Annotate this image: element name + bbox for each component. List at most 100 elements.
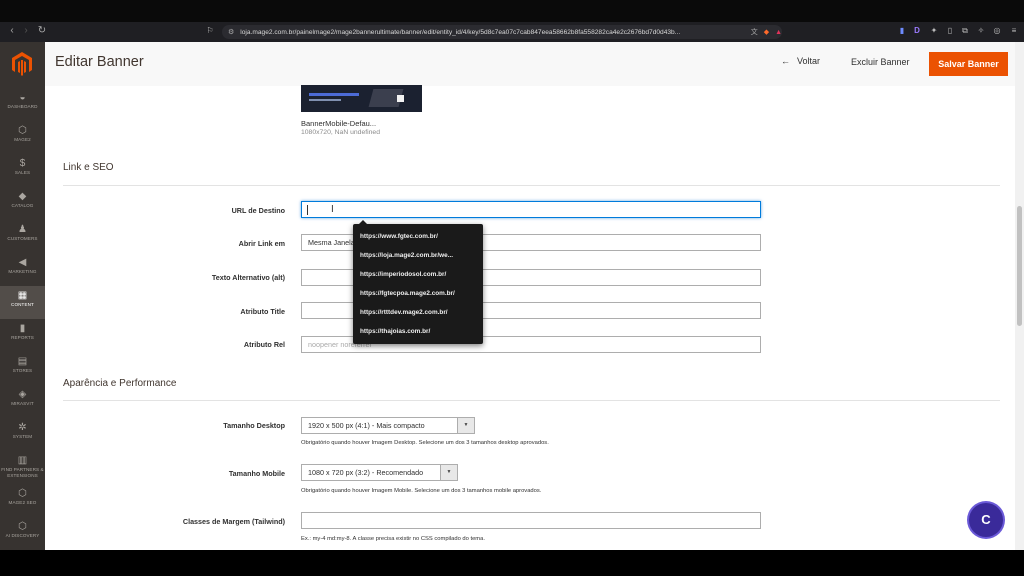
sidebar-item-label: MIRASVIT: [11, 401, 34, 406]
sidebar-item-label: AI DISCOVERY: [5, 533, 40, 538]
sidebar-item-system[interactable]: ✲ SYSTEM: [0, 418, 45, 451]
banner-mobile-thumbnail[interactable]: [301, 85, 422, 112]
main-content: Editar Banner ← Voltar Excluir Banner Sa…: [45, 42, 1015, 550]
sidebar-item-find-partners-extensions[interactable]: ▥ FIND PARTNERS & EXTENSIONS: [0, 451, 45, 484]
url-autocomplete-dropdown: https://www.fgtec.com.br/https://loja.ma…: [353, 220, 483, 344]
open-link-value: Mesma Janela: [308, 238, 355, 247]
admin-sidebar: ◒ DASHBOARD ⬡ MAGE2 $ SALES ◆ CATALOG ♟ CUSTOMERS…: [0, 42, 45, 550]
chevron-down-icon: ▼: [440, 465, 457, 480]
mobile-size-select[interactable]: 1080 x 720 px (3:2) - Recomendado ▼: [301, 464, 458, 481]
margin-classes-label: Classes de Margem (Tailwind): [182, 517, 285, 526]
hexagon-icon: ⬡: [18, 125, 27, 136]
title-attribute-label: Atributo Title: [240, 307, 285, 316]
desktop-size-select[interactable]: 1920 x 500 px (4:1) - Mais compacto ▼: [301, 417, 475, 434]
gear-icon: ✲: [18, 422, 27, 433]
sidebar-item-mage2[interactable]: ⬡ MAGE2: [0, 121, 45, 154]
url-label: URL de Destino: [231, 206, 285, 215]
sidebar-item-content[interactable]: ▦ CONTENT: [0, 286, 45, 319]
page-header: Editar Banner ← Voltar Excluir Banner Sa…: [45, 42, 1015, 86]
d-extension-icon[interactable]: D: [911, 26, 923, 35]
mobile-size-value: 1080 x 720 px (3:2) - Recomendado: [308, 468, 424, 477]
scrollbar-thumb[interactable]: [1017, 206, 1022, 326]
sidebar-item-marketing[interactable]: ◀ MARKETING: [0, 253, 45, 286]
browser-toolbar: ‹ › ↻ ⚐ ⚙ loja.mage2.com.br/painelmage2/…: [0, 22, 1024, 42]
sidebar-item-ai-discovery[interactable]: ⬡ AI DISCOVERY: [0, 517, 45, 550]
sidebar-item-sales[interactable]: $ SALES: [0, 154, 45, 187]
magento-logo-icon[interactable]: [12, 52, 32, 76]
sidebar-item-catalog[interactable]: ◆ CATALOG: [0, 187, 45, 220]
sidebar-item-reports[interactable]: ▮ REPORTS: [0, 319, 45, 352]
person-icon: ♟: [18, 224, 27, 235]
autocomplete-option[interactable]: https://fgtecpoa.mage2.com.br/: [360, 290, 455, 297]
sidebar-item-mirasvit[interactable]: ◈ MIRASVIT: [0, 385, 45, 418]
chat-widget-button[interactable]: C: [969, 503, 1003, 537]
delete-banner-button[interactable]: Excluir Banner: [851, 57, 910, 67]
cube-icon: ◆: [18, 191, 27, 202]
sidebar-item-label: SYSTEM: [12, 434, 33, 439]
bar-chart-icon: ▮: [19, 323, 26, 334]
sidebar-item-label: STORES: [12, 368, 33, 373]
translate-icon[interactable]: 文: [751, 27, 758, 37]
mobile-size-label: Tamanho Mobile: [228, 469, 285, 478]
back-button[interactable]: ← Voltar: [781, 56, 820, 66]
extension-icon[interactable]: ▮: [896, 26, 908, 35]
autocomplete-option[interactable]: https://rtttdev.mage2.com.br/: [360, 309, 448, 316]
desktop-size-value: 1920 x 500 px (4:1) - Mais compacto: [308, 421, 425, 430]
reload-icon[interactable]: ↻: [34, 25, 50, 36]
bookmark-icon[interactable]: ⚐: [204, 26, 216, 35]
margin-classes-input[interactable]: [301, 512, 761, 529]
sidebar-item-mage2-seo[interactable]: ⬡ MAGE2 SEO: [0, 484, 45, 517]
page-scrollbar[interactable]: [1015, 42, 1024, 550]
dashboard-icon: ◒: [19, 92, 26, 103]
margin-classes-note: Ex.: my-4 md:my-8. A classe precisa exis…: [301, 536, 485, 542]
text-cursor-icon: I: [331, 204, 334, 215]
sidebar-item-label: CATALOG: [11, 203, 34, 208]
section-divider: [63, 400, 1000, 401]
menu-icon[interactable]: ≡: [1008, 26, 1020, 35]
dropdown-pointer: [359, 220, 367, 224]
image-meta: 1080x720, NaN undefined: [301, 129, 380, 136]
forward-arrow-icon[interactable]: ›: [18, 25, 34, 36]
destination-url-input[interactable]: [301, 201, 761, 218]
section-title-appearance: Aparência e Performance: [63, 378, 177, 389]
address-bar[interactable]: ⚙ loja.mage2.com.br/painelmage2/mage2ban…: [222, 25, 782, 39]
hexagon-icon: ⬡: [18, 488, 27, 499]
desktop-size-note: Obrigatório quando houver Imagem Desktop…: [301, 440, 549, 446]
desktop-size-label: Tamanho Desktop: [223, 421, 285, 430]
autocomplete-option[interactable]: https://thajoias.com.br/: [360, 328, 430, 335]
sidebar-item-label: MARKETING: [8, 269, 37, 274]
blocks-icon: ▥: [17, 455, 28, 466]
screenshot-icon[interactable]: ⧉: [959, 26, 971, 36]
chevron-down-icon: ▼: [457, 418, 474, 433]
autocomplete-option[interactable]: https://imperiodosol.com.br/: [360, 271, 446, 278]
autocomplete-option[interactable]: https://loja.mage2.com.br/we...: [360, 252, 453, 259]
sidebar-item-dashboard[interactable]: ◒ DASHBOARD: [0, 88, 45, 121]
puzzle-icon[interactable]: ✦: [928, 26, 940, 35]
save-banner-button[interactable]: Salvar Banner: [929, 52, 1008, 76]
sidebar-item-label: DASHBOARD: [7, 104, 38, 109]
autocomplete-option[interactable]: https://www.fgtec.com.br/: [360, 233, 438, 240]
sidebar-item-label: REPORTS: [11, 335, 34, 340]
brave-rewards-icon[interactable]: ▲: [775, 29, 782, 36]
sidebar-item-customers[interactable]: ♟ CUSTOMERS: [0, 220, 45, 253]
sidebar-toggle-icon[interactable]: ▯: [944, 26, 956, 35]
alt-text-label: Texto Alternativo (alt): [211, 273, 285, 282]
open-link-label: Abrir Link em: [238, 239, 285, 248]
sidebar-item-label: FIND PARTNERS & EXTENSIONS: [1, 467, 44, 478]
page-title: Editar Banner: [55, 54, 144, 70]
mirasvit-icon: ◈: [18, 389, 27, 400]
screen-bottom-bar: [0, 550, 1024, 576]
site-info-icon[interactable]: ⚙: [228, 28, 234, 36]
brave-shield-icon[interactable]: ◆: [764, 28, 769, 36]
sidebar-item-stores[interactable]: ▤ STORES: [0, 352, 45, 385]
sidebar-item-label: MAGE2: [14, 137, 31, 142]
sidebar-item-label: SALES: [14, 170, 31, 175]
text-caret: [307, 205, 308, 215]
hexagon-icon: ⬡: [18, 521, 27, 532]
section-divider: [63, 185, 1000, 186]
vpn-icon[interactable]: ◎: [991, 26, 1003, 35]
megaphone-icon: ◀: [18, 257, 27, 268]
leo-ai-icon[interactable]: ✧: [975, 26, 987, 35]
content-icon: ▦: [17, 290, 28, 301]
back-button-label: Voltar: [797, 56, 821, 66]
